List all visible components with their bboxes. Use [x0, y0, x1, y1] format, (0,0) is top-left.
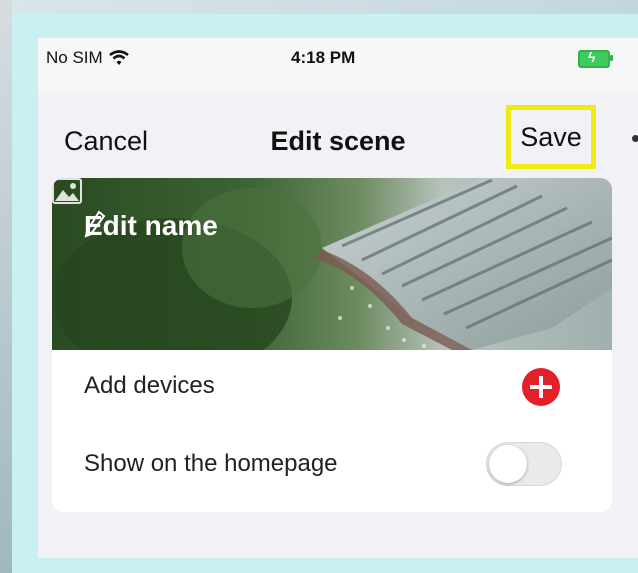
screen-border-top: [0, 0, 638, 14]
edge-dot: [632, 135, 638, 142]
image-icon[interactable]: [52, 178, 82, 204]
battery-charging-icon: ϟ: [578, 49, 613, 68]
plus-icon[interactable]: [522, 368, 560, 406]
add-devices-label: Add devices: [84, 372, 215, 399]
scene-cover-image[interactable]: Edit name: [52, 178, 612, 350]
navigation-bar: Cancel Edit scene Save: [38, 92, 638, 180]
show-on-homepage-row: Show on the homepage: [52, 428, 612, 504]
toggle-knob: [489, 445, 527, 483]
save-button[interactable]: Save: [506, 105, 596, 169]
add-devices-row[interactable]: Add devices: [52, 350, 612, 426]
show-on-homepage-label: Show on the homepage: [84, 450, 338, 477]
wifi-icon: [108, 50, 129, 65]
carrier-label: No SIM: [46, 48, 103, 67]
status-bar: No SIM 4:18 PM ϟ: [38, 38, 638, 92]
status-time: 4:18 PM: [291, 48, 356, 67]
carrier-info: No SIM: [46, 48, 129, 68]
rainy-roof-picture: [52, 178, 612, 350]
scene-card: Edit name Add devices Show on the homepa…: [52, 178, 612, 512]
show-on-homepage-toggle[interactable]: [486, 442, 562, 486]
pencil-icon: [84, 210, 106, 238]
phone-screen: No SIM 4:18 PM ϟ Cancel Edit scene Save: [38, 38, 638, 558]
screen-border-left: [0, 0, 12, 573]
edit-name-button[interactable]: Edit name: [84, 210, 218, 242]
